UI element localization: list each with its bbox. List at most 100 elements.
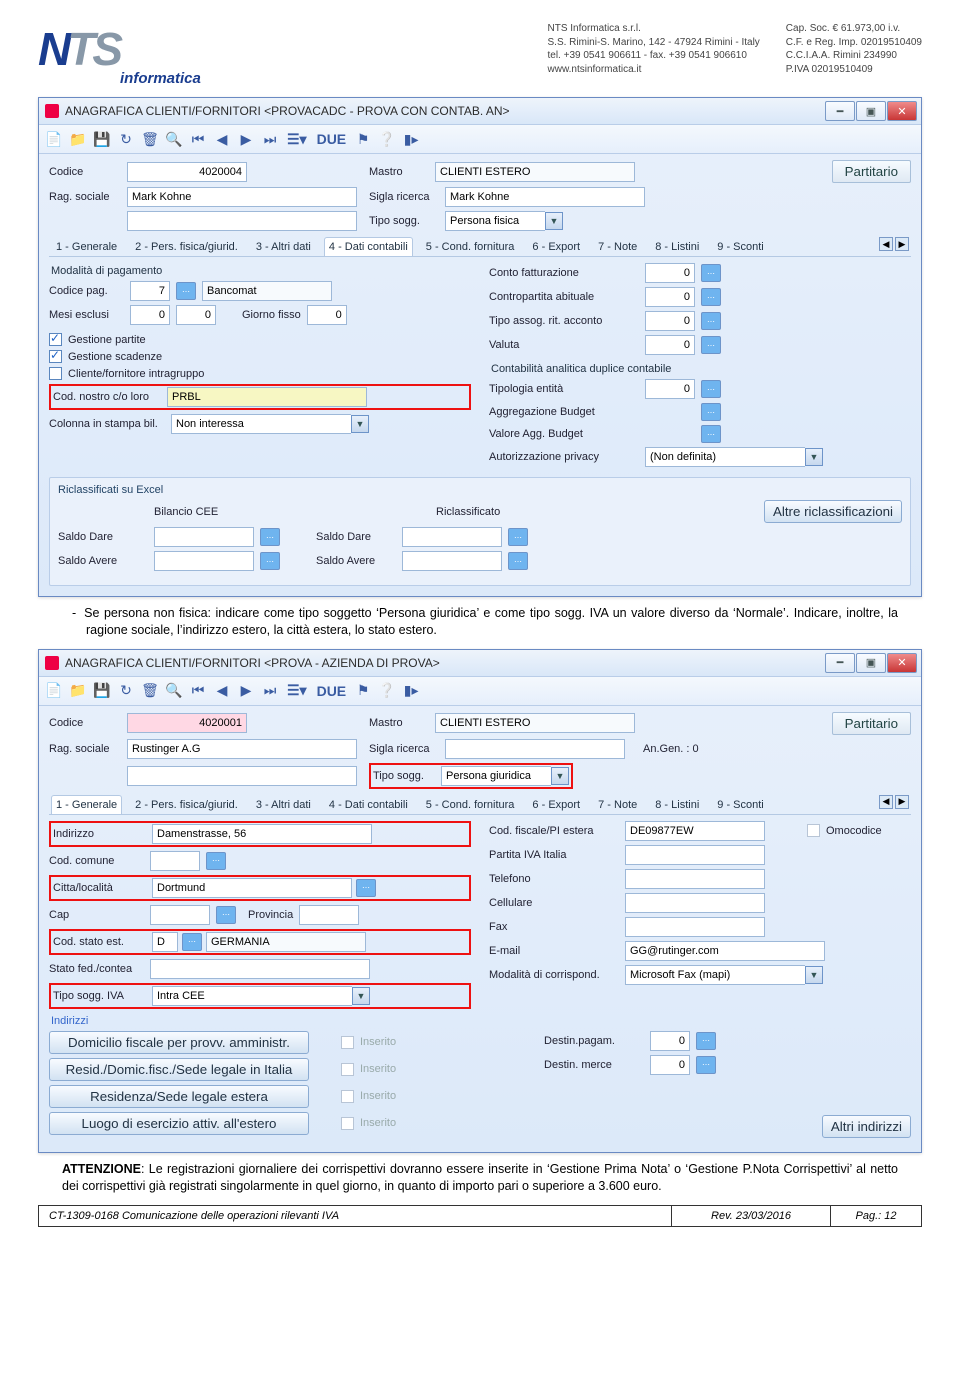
flag-icon[interactable]: ⚑ [352,128,374,150]
intragruppo-checkbox[interactable] [49,367,62,380]
tipoassog-input[interactable] [645,311,695,331]
maximize-button[interactable]: ▣ [856,653,886,673]
refresh-icon[interactable]: ↻ [115,680,137,702]
lookup-icon[interactable]: ⋯ [260,552,280,570]
tab-generale[interactable]: 1 - Generale [51,237,122,256]
tab-scroll-left[interactable]: ◀ [879,795,893,809]
fax-input[interactable] [625,917,765,937]
gfisso-input[interactable] [307,305,347,325]
gestione-partite-checkbox[interactable] [49,333,62,346]
codice-input[interactable] [127,713,247,733]
tab-export[interactable]: 6 - Export [527,795,585,814]
delete-icon[interactable]: 🗑 [139,680,161,702]
telefono-input[interactable] [625,869,765,889]
tab-daticontabili[interactable]: 4 - Dati contabili [324,237,413,256]
lookup-icon[interactable]: ⋯ [701,312,721,330]
new-icon[interactable]: 📄 [43,128,65,150]
lookup-icon[interactable]: ⋯ [701,288,721,306]
tab-altridati[interactable]: 3 - Altri dati [251,237,316,256]
colstampa-select[interactable] [171,414,351,434]
valuta-input[interactable] [645,335,695,355]
tab-note[interactable]: 7 - Note [593,795,642,814]
nav-prev-icon[interactable]: ◀ [211,128,233,150]
nav-first-icon[interactable]: ⏮ [187,680,209,702]
tipent-input[interactable] [645,379,695,399]
lookup-icon[interactable]: ⋯ [696,1032,716,1050]
statoest-code-input[interactable] [152,932,178,952]
exit-icon[interactable]: ▮▸ [400,128,422,150]
tiposogg-select[interactable] [445,211,545,231]
flag-icon[interactable]: ⚑ [352,680,374,702]
chevron-down-icon[interactable]: ▼ [351,415,369,433]
destpag-input[interactable] [650,1031,690,1051]
partitario-button[interactable]: Partitario [832,712,911,735]
minimize-button[interactable]: ━ [825,653,855,673]
indirizzo-input[interactable] [152,824,372,844]
destmerce-input[interactable] [650,1055,690,1075]
tab-listini[interactable]: 8 - Listini [650,795,704,814]
maximize-button[interactable]: ▣ [856,101,886,121]
provincia-input[interactable] [299,905,359,925]
codpag-input[interactable] [130,281,170,301]
search-icon[interactable]: 🔍 [163,680,185,702]
modcorr-select[interactable] [625,965,805,985]
chevron-down-icon[interactable]: ▼ [551,767,569,785]
list-icon[interactable]: ☰▾ [283,128,311,150]
sigla-input[interactable] [445,739,625,759]
saldoavere-ricl-input[interactable] [402,551,502,571]
autpriv-select[interactable] [645,447,805,467]
lookup-icon[interactable]: ⋯ [206,852,226,870]
close-button[interactable]: ✕ [887,101,917,121]
lookup-icon[interactable]: ⋯ [701,425,721,443]
saldodare-bilcee-input[interactable] [154,527,254,547]
gestione-scadenze-checkbox[interactable] [49,350,62,363]
lookup-icon[interactable]: ⋯ [216,906,236,924]
domfisc-button[interactable]: Domicilio fiscale per provv. amministr. [49,1031,309,1054]
refresh-icon[interactable]: ↻ [115,128,137,150]
tab-altridati[interactable]: 3 - Altri dati [251,795,316,814]
codice-input[interactable] [127,162,247,182]
chevron-down-icon[interactable]: ▼ [805,448,823,466]
tab-sconti[interactable]: 9 - Sconti [712,795,768,814]
codnostro-input[interactable] [167,387,367,407]
citta-input[interactable] [152,878,352,898]
chevron-down-icon[interactable]: ▼ [545,212,563,230]
minimize-button[interactable]: ━ [825,101,855,121]
lookup-icon[interactable]: ⋯ [701,380,721,398]
partitario-button[interactable]: Partitario [832,160,911,183]
tab-sconti[interactable]: 9 - Sconti [712,237,768,256]
saldoavere-bilcee-input[interactable] [154,551,254,571]
nav-next-icon[interactable]: ▶ [235,680,257,702]
tiposoggiva-select[interactable] [152,986,352,1006]
save-icon[interactable]: 💾 [91,680,113,702]
mesi1-input[interactable] [130,305,170,325]
tab-condfornitura[interactable]: 5 - Cond. fornitura [421,237,520,256]
list-icon[interactable]: ☰▾ [283,680,311,702]
lookup-icon[interactable]: ⋯ [356,879,376,897]
nav-last-icon[interactable]: ⏭ [259,128,281,150]
lookup-icon[interactable]: ⋯ [701,336,721,354]
ragsoc2-input[interactable] [127,211,357,231]
residestera-button[interactable]: Residenza/Sede legale estera [49,1085,309,1108]
help-icon[interactable]: ❔ [376,680,398,702]
help-icon[interactable]: ❔ [376,128,398,150]
tab-persfisica[interactable]: 2 - Pers. fisica/giurid. [130,237,243,256]
nav-last-icon[interactable]: ⏭ [259,680,281,702]
altri-indirizzi-button[interactable]: Altri indirizzi [822,1115,911,1138]
contrab-input[interactable] [645,287,695,307]
piva-input[interactable] [625,845,765,865]
nav-first-icon[interactable]: ⏮ [187,128,209,150]
due-button[interactable]: DUE [313,680,351,702]
tab-note[interactable]: 7 - Note [593,237,642,256]
tiposogg-select[interactable] [441,766,551,786]
lookup-icon[interactable]: ⋯ [260,528,280,546]
contofatt-input[interactable] [645,263,695,283]
tab-condfornitura[interactable]: 5 - Cond. fornitura [421,795,520,814]
tab-export[interactable]: 6 - Export [527,237,585,256]
folder-icon[interactable]: 📁 [67,680,89,702]
saldodare-ricl-input[interactable] [402,527,502,547]
chevron-down-icon[interactable]: ▼ [805,966,823,984]
esercizioestero-button[interactable]: Luogo di esercizio attiv. all'estero [49,1112,309,1135]
residitalia-button[interactable]: Resid./Domic.fisc./Sede legale in Italia [49,1058,309,1081]
cellulare-input[interactable] [625,893,765,913]
